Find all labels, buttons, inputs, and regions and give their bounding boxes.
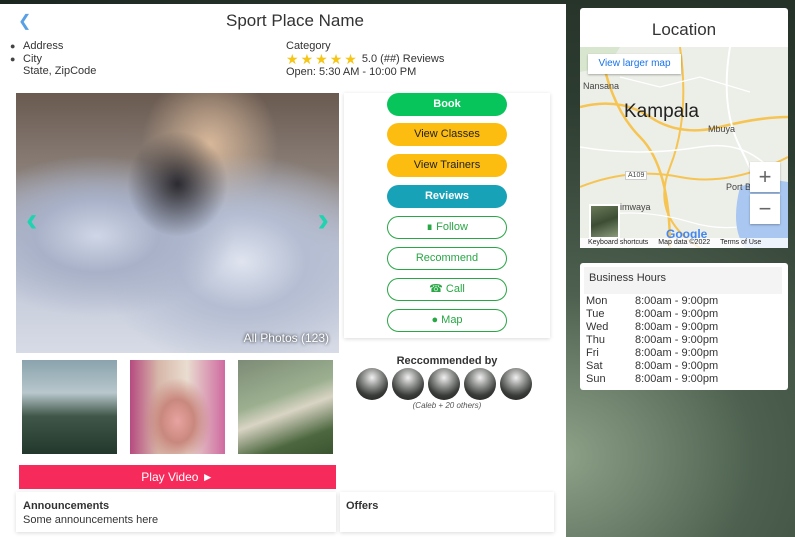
hours-row: Thu 8:00am - 9:00pm (586, 334, 718, 347)
keyboard-shortcuts-link[interactable]: Keyboard shortcuts (588, 239, 648, 246)
gallery-thumbnail[interactable] (238, 360, 333, 454)
business-hours-title: Business Hours (584, 267, 782, 294)
address-line: Address (23, 40, 64, 52)
map-data-text: Map data ©2022 (658, 239, 711, 246)
all-photos-link[interactable]: All Photos (123) (244, 331, 329, 345)
terms-link[interactable]: Terms of Use (720, 239, 761, 246)
open-hours: Open: 5:30 AM - 10:00 PM (286, 66, 417, 78)
map-pin-icon: ● (10, 41, 16, 51)
star-icon: ★ (329, 51, 343, 67)
hours: 8:00am - 9:00pm (635, 321, 719, 333)
state-zip-line: State, ZipCode (23, 65, 97, 77)
rating-text[interactable]: 5.0 (##) Reviews (362, 53, 445, 66)
announcements-text: Some announcements here (23, 514, 159, 526)
hours-table: Mon 8:00am - 9:00pm Tue 8:00am - 9:00pm We… (586, 295, 718, 386)
recommended-title: Reccommended by (396, 355, 498, 367)
location-card: Location View larger map Kampala Nansana… (580, 8, 788, 248)
reviews-button[interactable]: Reviews (387, 185, 507, 208)
hours: 8:00am - 9:00pm (635, 334, 719, 346)
page-title: Sport Place Name (226, 11, 364, 30)
day: Sat (586, 360, 603, 372)
view-classes-button[interactable]: View Classes (387, 123, 507, 146)
day: Tue (586, 308, 605, 320)
hours: 8:00am - 9:00pm (635, 308, 719, 320)
map-pin-icon: ● (10, 53, 16, 64)
star-icon: ★ (315, 51, 328, 67)
location-title: Location (651, 20, 717, 39)
action-panel: Book View Classes View Trainers Reviews … (344, 93, 550, 338)
gallery-thumbnail[interactable] (130, 360, 225, 454)
map-label: Port B (726, 182, 752, 192)
follow-label: Follow (436, 221, 468, 233)
offers-panel: Offers (340, 492, 554, 532)
play-video-label: Play Video (141, 470, 199, 484)
call-label: Call (445, 283, 465, 295)
book-button[interactable]: Book (387, 93, 507, 116)
hours-row: Tue 8:00am - 9:00pm (586, 308, 718, 321)
address-block: ● Address ● City State, ZipCode (10, 40, 96, 78)
map-button[interactable]: ● Map (387, 309, 507, 332)
star-icon: ★ (344, 51, 357, 67)
map-label: Mbuya (708, 124, 736, 134)
map-city-label: Kampala (624, 101, 699, 122)
rss-icon: ∎ (426, 221, 434, 233)
call-button[interactable]: ☎ Call (387, 278, 507, 301)
city-line: City (23, 52, 42, 65)
day: Fri (586, 347, 599, 359)
map-embed[interactable]: View larger map Kampala Nansana Mbuya Po… (580, 47, 788, 248)
hours: 8:00am - 9:00pm (635, 373, 719, 385)
hours: 8:00am - 9:00pm (635, 295, 719, 307)
star-icon: ★ (300, 51, 314, 67)
business-hours-card: Business Hours Mon 8:00am - 9:00pm Tue 8:0… (580, 263, 788, 390)
map-label: Nansana (583, 81, 620, 91)
day: Thu (586, 334, 605, 346)
offers-title: Offers (346, 500, 379, 512)
avatar[interactable] (392, 368, 424, 400)
announcements-panel: Announcements Some announcements here (16, 492, 336, 532)
satellite-toggle[interactable] (589, 204, 620, 239)
view-trainers-button[interactable]: View Trainers (387, 154, 507, 177)
chevron-right-icon[interactable]: › (318, 203, 329, 237)
hours: 8:00am - 9:00pm (635, 347, 719, 359)
hours-row: Mon 8:00am - 9:00pm (586, 295, 718, 308)
hours-row: Wed 8:00am - 9:00pm (586, 321, 718, 334)
hours-row: Sun 8:00am - 9:00pm (586, 373, 718, 386)
rating: ★ ★ ★ ★ ★ 5.0 (##) Reviews (286, 51, 445, 67)
follow-button[interactable]: ∎ Follow (387, 216, 507, 239)
chevron-left-icon[interactable]: ‹ (26, 203, 37, 237)
day: Mon (586, 295, 608, 307)
play-circle-icon: ► (201, 470, 214, 484)
info-block: Category ★ ★ ★ ★ ★ 5.0 (##) Reviews Open… (286, 40, 444, 79)
day: Wed (586, 321, 609, 333)
map-road-label: A109 (625, 171, 648, 180)
map-label: Map (441, 314, 463, 326)
avatar[interactable] (500, 368, 532, 400)
hours-row: Fri 8:00am - 9:00pm (586, 347, 718, 360)
avatar[interactable] (464, 368, 496, 400)
announcements-title: Announcements (23, 500, 110, 512)
zoom-out-button[interactable]: − (750, 194, 780, 224)
recommender-avatars (356, 368, 536, 400)
map-marker-icon: ● (431, 314, 439, 326)
recommended-note[interactable]: (Caleb + 20 others) (344, 401, 550, 410)
hours: 8:00am - 9:00pm (635, 360, 719, 372)
zoom-in-button[interactable]: + (750, 162, 780, 192)
map-label: imwaya (620, 202, 651, 212)
play-video-button[interactable]: Play Video ► (19, 465, 336, 489)
gallery-thumbnail[interactable] (22, 360, 117, 454)
map-footer: Keyboard shortcuts Map data ©2022 Terms … (580, 238, 788, 248)
phone-icon: ☎ (429, 283, 443, 295)
recommend-button[interactable]: Recommend (387, 247, 507, 270)
view-larger-map-link[interactable]: View larger map (588, 54, 681, 74)
avatar[interactable] (356, 368, 388, 400)
main-photo[interactable]: ‹ › All Photos (123) (16, 93, 339, 353)
star-icon: ★ (286, 51, 299, 67)
avatar[interactable] (428, 368, 460, 400)
hours-row: Sat 8:00am - 9:00pm (586, 360, 718, 373)
day: Sun (586, 373, 606, 385)
